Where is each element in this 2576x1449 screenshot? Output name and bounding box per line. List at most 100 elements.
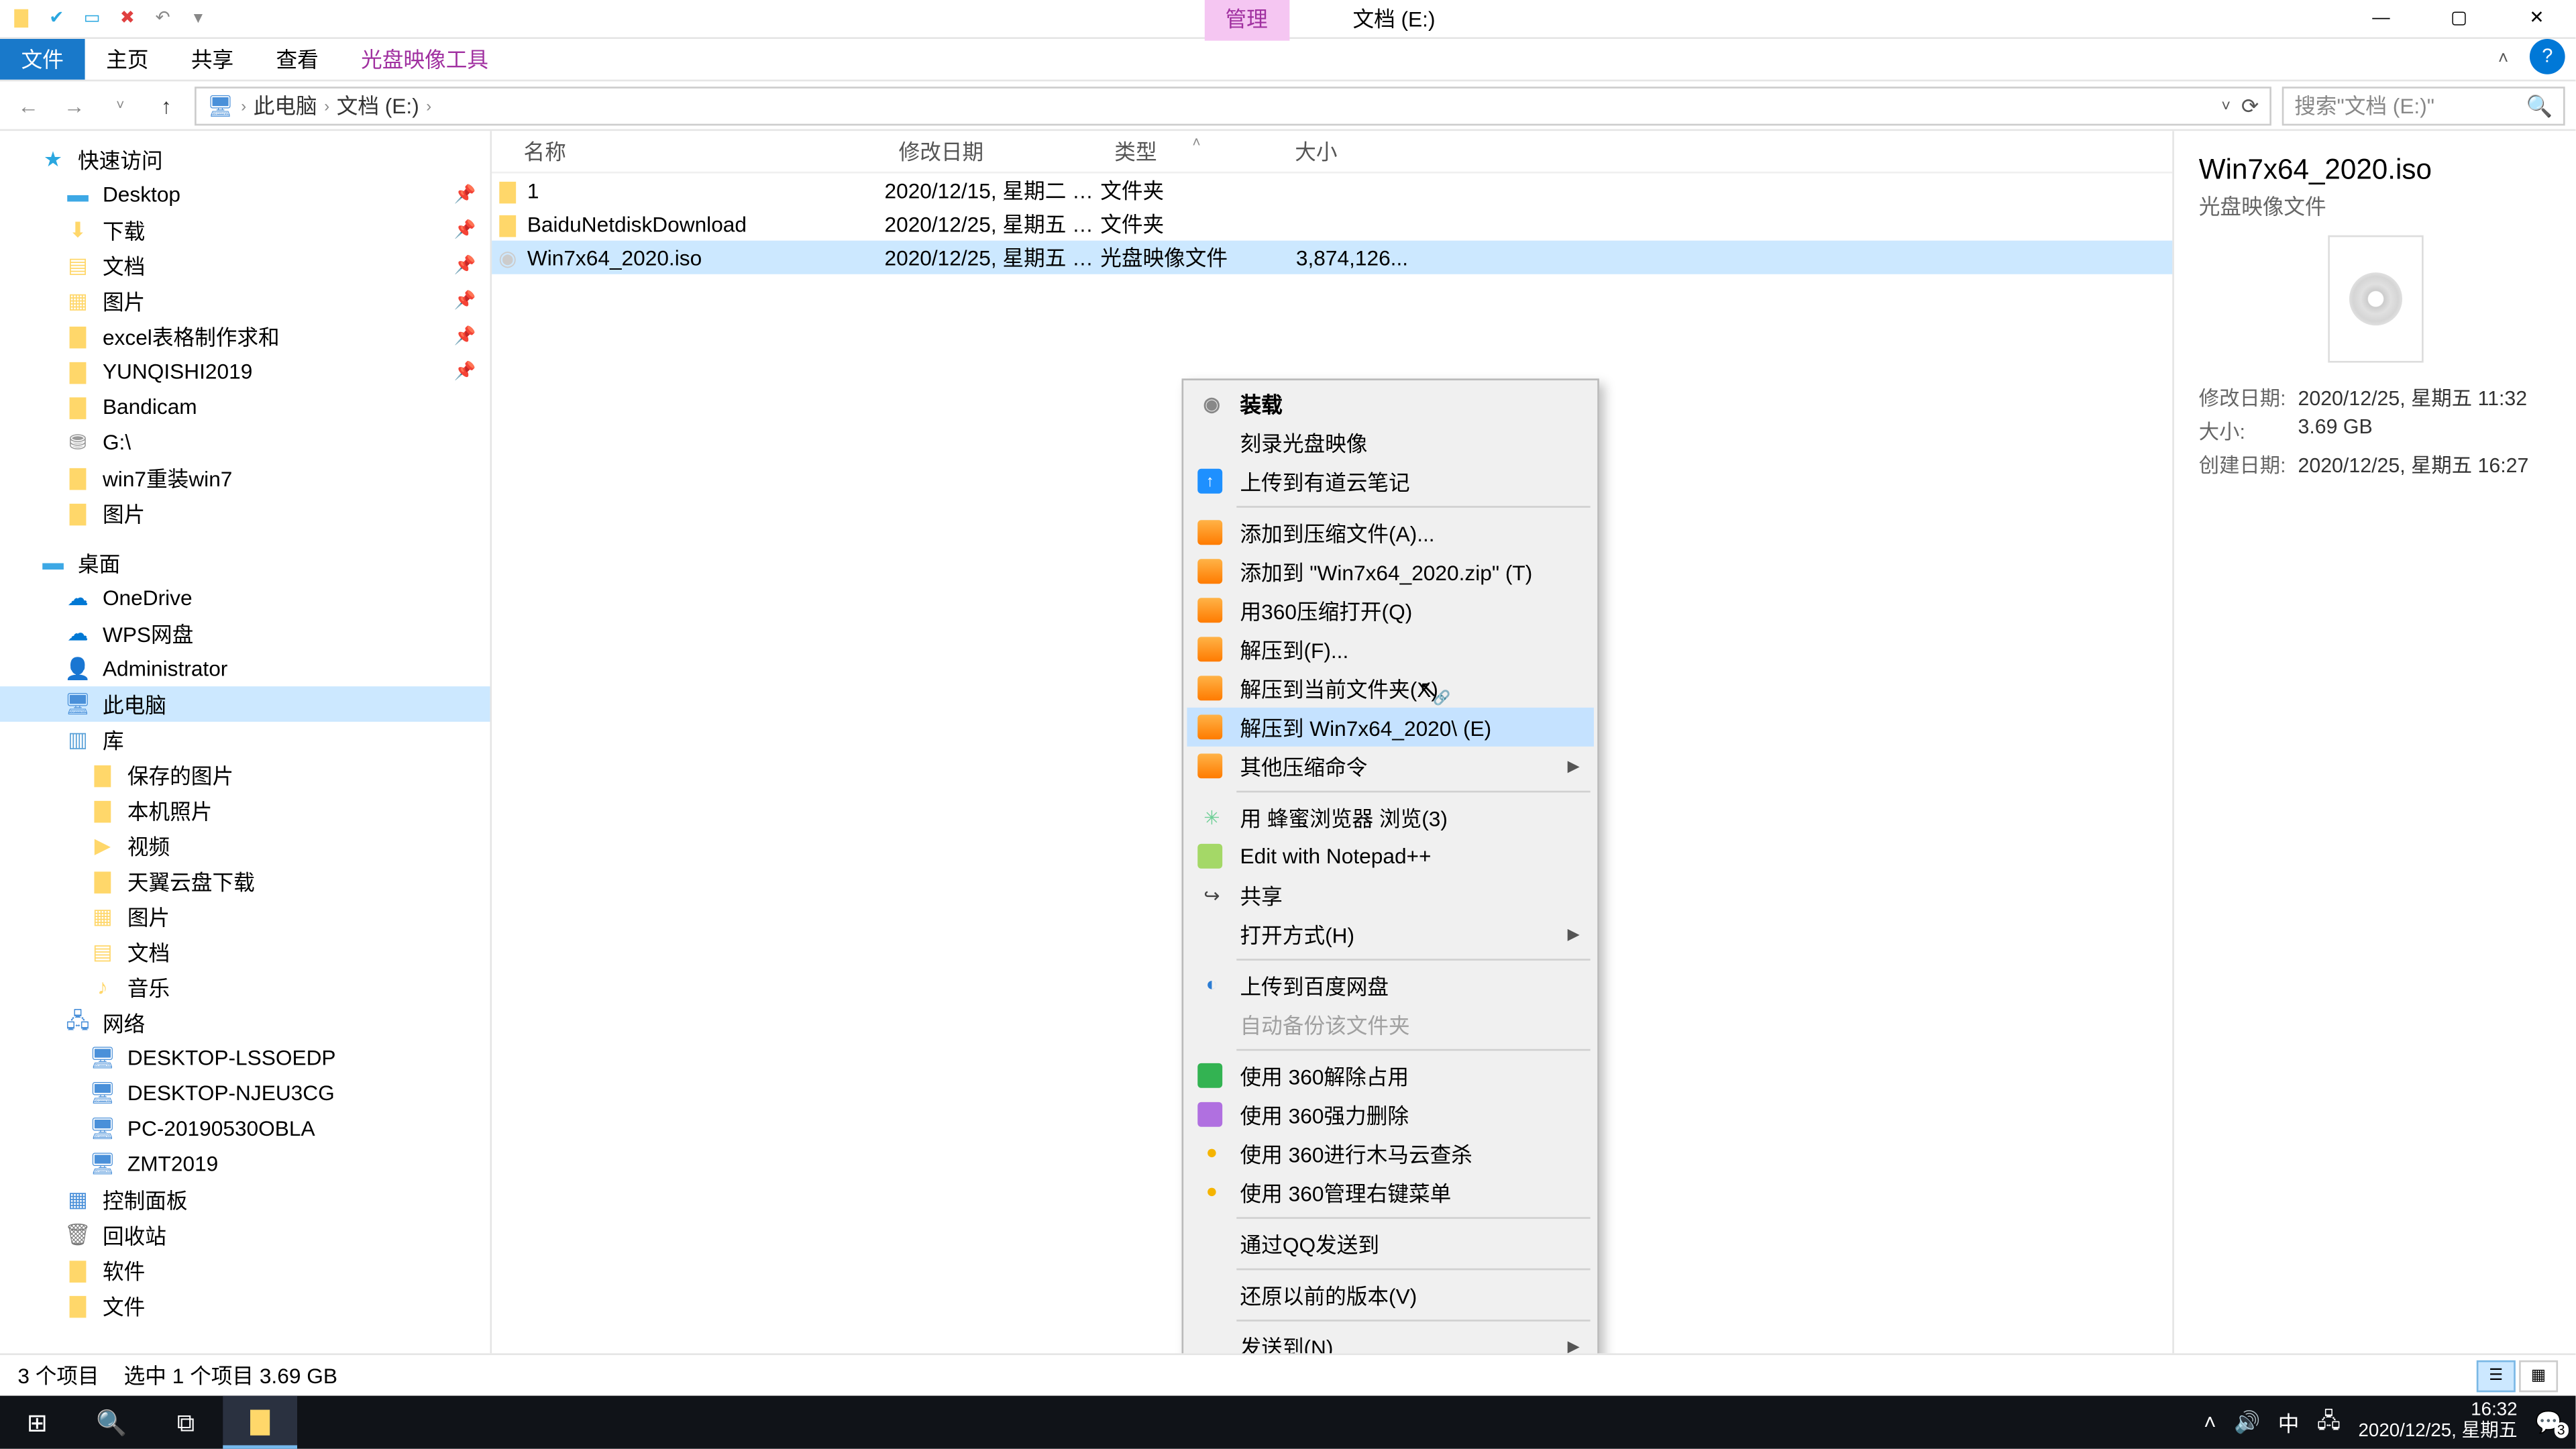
ctx-open-360zip[interactable]: 用360压缩打开(Q) [1187, 591, 1594, 630]
view-details-button[interactable]: ☰ [2477, 1360, 2516, 1391]
tree-recycle[interactable]: 🗑回收站 [0, 1217, 490, 1252]
ribbon-collapse-icon[interactable]: ˄ [2477, 39, 2530, 80]
ctx-360-force-delete[interactable]: 使用 360强力删除 [1187, 1095, 1594, 1134]
ctx-360-unlock[interactable]: 使用 360解除占用 [1187, 1056, 1594, 1095]
ctx-other-zip[interactable]: 其他压缩命令▶ [1187, 747, 1594, 786]
search-icon[interactable]: 🔍 [2526, 93, 2553, 117]
ribbon-tab-disc-tools[interactable]: 光盘映像工具 [339, 39, 509, 80]
ctx-baidu[interactable]: ◐上传到百度网盘 [1187, 966, 1594, 1005]
taskbar-explorer-button[interactable]: ▇ [223, 1396, 297, 1449]
volume-icon[interactable]: 🔊 [2234, 1410, 2260, 1435]
tree-pc2[interactable]: 🖥DESKTOP-NJEU3CG [0, 1075, 490, 1111]
tree-pc3[interactable]: 🖥PC-20190530OBLA [0, 1111, 490, 1146]
network-icon[interactable]: 🖧 [2317, 1403, 2341, 1440]
action-center-icon[interactable]: 💬3 [2535, 1410, 2561, 1435]
tree-bandicam[interactable]: ▇Bandicam [0, 389, 490, 425]
tree-wps[interactable]: ☁WPS网盘 [0, 616, 490, 651]
tree-downloads[interactable]: ⬇下载📌 [0, 212, 490, 248]
task-view-button[interactable]: ⧉ [149, 1396, 223, 1449]
ctx-open-with[interactable]: 打开方式(H)▶ [1187, 914, 1594, 953]
ctx-share[interactable]: ↪共享 [1187, 875, 1594, 914]
ctx-extract-to[interactable]: 解压到(F)... [1187, 630, 1594, 669]
ctx-mount[interactable]: ◉装载 [1187, 384, 1594, 423]
ctx-youdao[interactable]: ↑上传到有道云笔记 [1187, 462, 1594, 500]
ribbon-tab-view[interactable]: 查看 [255, 39, 340, 80]
qat-dropdown-icon[interactable]: ▾ [184, 5, 212, 33]
tree-control-panel[interactable]: ▦控制面板 [0, 1182, 490, 1218]
ribbon-tab-home[interactable]: 主页 [85, 39, 170, 80]
tree-libraries[interactable]: ▥库 [0, 722, 490, 757]
qat-undo-icon[interactable]: ↶ [149, 5, 177, 33]
navigation-tree[interactable]: ★快速访问 ▬Desktop📌 ⬇下载📌 ▤文档📌 ▦图片📌 ▇excel表格制… [0, 131, 492, 1353]
qat-properties-icon[interactable]: ✔ [42, 5, 70, 33]
qat-delete-icon[interactable]: ✖ [113, 5, 142, 33]
ctx-notepadpp[interactable]: Edit with Notepad++ [1187, 837, 1594, 875]
minimize-button[interactable]: — [2342, 0, 2420, 38]
tree-admin[interactable]: 👤Administrator [0, 651, 490, 686]
tree-music-lib[interactable]: ♪音乐 [0, 969, 490, 1005]
tree-documents[interactable]: ▤文档📌 [0, 248, 490, 283]
col-type[interactable]: 类型 [1100, 136, 1281, 166]
tree-docs-lib[interactable]: ▤文档 [0, 934, 490, 969]
ctx-extract-named[interactable]: 解压到 Win7x64_2020\ (E) [1187, 708, 1594, 747]
ime-indicator[interactable]: 中 [2278, 1407, 2300, 1438]
ctx-restore-previous[interactable]: 还原以前的版本(V) [1187, 1275, 1594, 1314]
refresh-button[interactable]: ⟳ [2241, 93, 2259, 117]
nav-back-button[interactable]: ← [11, 88, 46, 123]
tree-excel-folder[interactable]: ▇excel表格制作求和📌 [0, 319, 490, 354]
tree-onedrive[interactable]: ☁OneDrive [0, 580, 490, 616]
maximize-button[interactable]: ▢ [2420, 0, 2498, 38]
address-dropdown-icon[interactable]: ˅ [2221, 97, 2231, 114]
taskbar-search-button[interactable]: 🔍 [74, 1396, 149, 1449]
ribbon-tab-share[interactable]: 共享 [170, 39, 255, 80]
close-button[interactable]: ✕ [2498, 0, 2575, 38]
ctx-add-archive[interactable]: 添加到压缩文件(A)... [1187, 513, 1594, 552]
col-name[interactable]: 名称 [492, 136, 884, 166]
tree-local-pics[interactable]: ▇本机照片 [0, 792, 490, 828]
ctx-qq-send[interactable]: 通过QQ发送到 [1187, 1224, 1594, 1263]
ctx-burn[interactable]: 刻录光盘映像 [1187, 423, 1594, 462]
list-row-selected[interactable]: ◉ Win7x64_2020.iso 2020/12/25, 星期五 1... … [492, 241, 2172, 274]
tree-quick-access[interactable]: ★快速访问 [0, 142, 490, 177]
tree-gdrive[interactable]: ⛃G:\ [0, 425, 490, 460]
breadcrumb-root[interactable]: 此电脑 [254, 90, 317, 120]
tree-pictures[interactable]: ▦图片📌 [0, 283, 490, 319]
breadcrumb-sep-icon[interactable]: › [324, 97, 329, 114]
tree-network[interactable]: 🖧网络 [0, 1005, 490, 1040]
breadcrumb-current[interactable]: 文档 (E:) [337, 90, 419, 120]
tree-thispc[interactable]: 🖥此电脑 [0, 686, 490, 722]
tree-desktop[interactable]: ▬Desktop📌 [0, 177, 490, 213]
view-icons-button[interactable]: ▦ [2519, 1360, 2558, 1391]
tree-win7reinstall[interactable]: ▇win7重装win7 [0, 460, 490, 496]
tree-pics-lib[interactable]: ▦图片 [0, 899, 490, 934]
ctx-add-zip[interactable]: 添加到 "Win7x64_2020.zip" (T) [1187, 552, 1594, 591]
tree-yunqishi[interactable]: ▇YUNQISHI2019📌 [0, 354, 490, 389]
breadcrumb-sep-icon[interactable]: › [241, 97, 246, 114]
address-bar[interactable]: 🖥 › 此电脑 › 文档 (E:) › ˅ ⟳ [195, 86, 2271, 125]
tree-saved-pics[interactable]: ▇保存的图片 [0, 757, 490, 793]
tree-desktop-root[interactable]: ▬桌面 [0, 545, 490, 580]
ctx-bee-browser[interactable]: ✳用 蜂蜜浏览器 浏览(3) [1187, 798, 1594, 837]
col-size[interactable]: 大小 [1281, 136, 1422, 166]
tree-pictures2[interactable]: ▇图片 [0, 495, 490, 531]
search-input[interactable]: 搜索"文档 (E:)" 🔍 [2282, 86, 2565, 125]
taskbar-clock[interactable]: 16:32 2020/12/25, 星期五 [2359, 1402, 2518, 1443]
help-icon[interactable]: ? [2530, 39, 2565, 74]
start-button[interactable]: ⊞ [0, 1396, 74, 1449]
tray-expand-icon[interactable]: ˄ [2204, 1410, 2216, 1435]
col-date[interactable]: 修改日期 [885, 136, 1101, 166]
ribbon-tab-file[interactable]: 文件 [0, 39, 85, 80]
tree-tianyi[interactable]: ▇天翼云盘下载 [0, 863, 490, 899]
breadcrumb-sep-icon[interactable]: › [426, 97, 431, 114]
tree-pc1[interactable]: 🖥DESKTOP-LSSOEDP [0, 1040, 490, 1076]
nav-up-button[interactable]: ↑ [149, 88, 184, 123]
ctx-360-manage-menu[interactable]: ●使用 360管理右键菜单 [1187, 1173, 1594, 1212]
context-tab-manage[interactable]: 管理 [1204, 0, 1289, 41]
tree-files[interactable]: ▇文件 [0, 1288, 490, 1324]
tree-software[interactable]: ▇软件 [0, 1252, 490, 1288]
ctx-send-to[interactable]: 发送到(N)▶ [1187, 1327, 1594, 1354]
list-row[interactable]: ▇ 1 2020/12/15, 星期二 1... 文件夹 [492, 173, 2172, 207]
ctx-extract-here[interactable]: 解压到当前文件夹(X) [1187, 669, 1594, 708]
list-row[interactable]: ▇ BaiduNetdiskDownload 2020/12/25, 星期五 1… [492, 207, 2172, 241]
tree-videos[interactable]: ▶视频 [0, 828, 490, 863]
